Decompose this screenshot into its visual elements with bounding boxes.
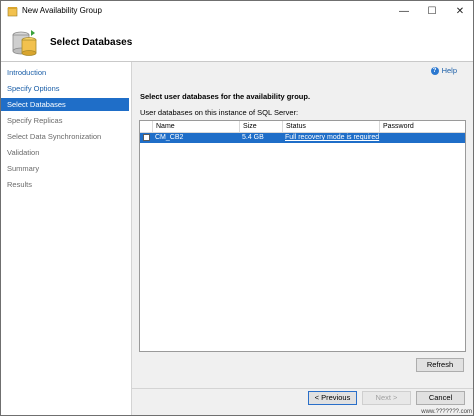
sidebar-item-introduction[interactable]: Introduction	[1, 66, 129, 79]
wizard-header: Select Databases	[1, 23, 473, 62]
close-button[interactable]: ✕	[447, 3, 473, 19]
sidebar-item-summary: Summary	[7, 164, 40, 173]
sidebar-item-select-data-synchronization: Select Data Synchronization	[7, 132, 102, 141]
column-header-status[interactable]: Status	[282, 121, 379, 132]
databases-grid[interactable]: Name Size Status Password CM_CB2 5.4 GB …	[139, 120, 466, 352]
maximize-button[interactable]: ☐	[419, 3, 445, 19]
refresh-button[interactable]: Refresh	[416, 358, 464, 372]
page-title: Select Databases	[50, 37, 133, 48]
database-checkbox[interactable]	[143, 134, 150, 141]
sidebar-item-specify-options[interactable]: Specify Options	[1, 82, 129, 95]
wizard-window: New Availability Group — ☐ ✕ Select Data…	[0, 0, 474, 416]
minimize-icon: —	[399, 5, 409, 17]
database-icon	[12, 30, 37, 56]
grid-header: Name Size Status Password	[140, 121, 465, 133]
help-icon: ?	[430, 66, 439, 75]
help-link[interactable]: ? Help	[430, 66, 457, 75]
wizard-sidebar: Introduction Specify Options Select Data…	[1, 62, 132, 415]
cancel-button[interactable]: Cancel	[416, 391, 465, 405]
instruction-text: Select user databases for the availabili…	[140, 92, 311, 101]
column-header-name[interactable]: Name	[152, 121, 239, 132]
sidebar-item-select-databases[interactable]: Select Databases	[1, 98, 129, 111]
next-button[interactable]: Next >	[362, 391, 411, 405]
sidebar-item-results: Results	[7, 180, 33, 189]
close-icon: ✕	[455, 5, 465, 17]
minimize-button[interactable]: —	[391, 3, 417, 19]
window-title: New Availability Group	[22, 6, 102, 15]
title-bar: New Availability Group — ☐ ✕	[1, 1, 473, 23]
database-name-cell: CM_CB2	[155, 134, 184, 141]
footer-divider	[132, 388, 473, 389]
table-row[interactable]: CM_CB2 5.4 GB Full recovery mode is requ…	[140, 133, 465, 143]
database-password-cell[interactable]	[379, 133, 465, 143]
grid-label: User databases on this instance of SQL S…	[140, 108, 299, 117]
watermark-text: www.???????.com	[421, 409, 472, 415]
sidebar-item-specify-replicas: Specify Replicas	[7, 116, 63, 125]
main-pane: ? Help Select user databases for the ava…	[132, 62, 473, 388]
database-size-cell: 5.4 GB	[242, 134, 264, 141]
database-status-link[interactable]: Full recovery mode is required	[282, 133, 379, 143]
maximize-icon: ☐	[427, 5, 437, 17]
column-header-password[interactable]: Password	[379, 121, 465, 132]
sidebar-item-validation: Validation	[7, 148, 40, 157]
help-label: Help	[441, 66, 457, 75]
column-header-size[interactable]: Size	[239, 121, 282, 132]
app-icon	[7, 7, 18, 17]
previous-button[interactable]: < Previous	[308, 391, 357, 405]
